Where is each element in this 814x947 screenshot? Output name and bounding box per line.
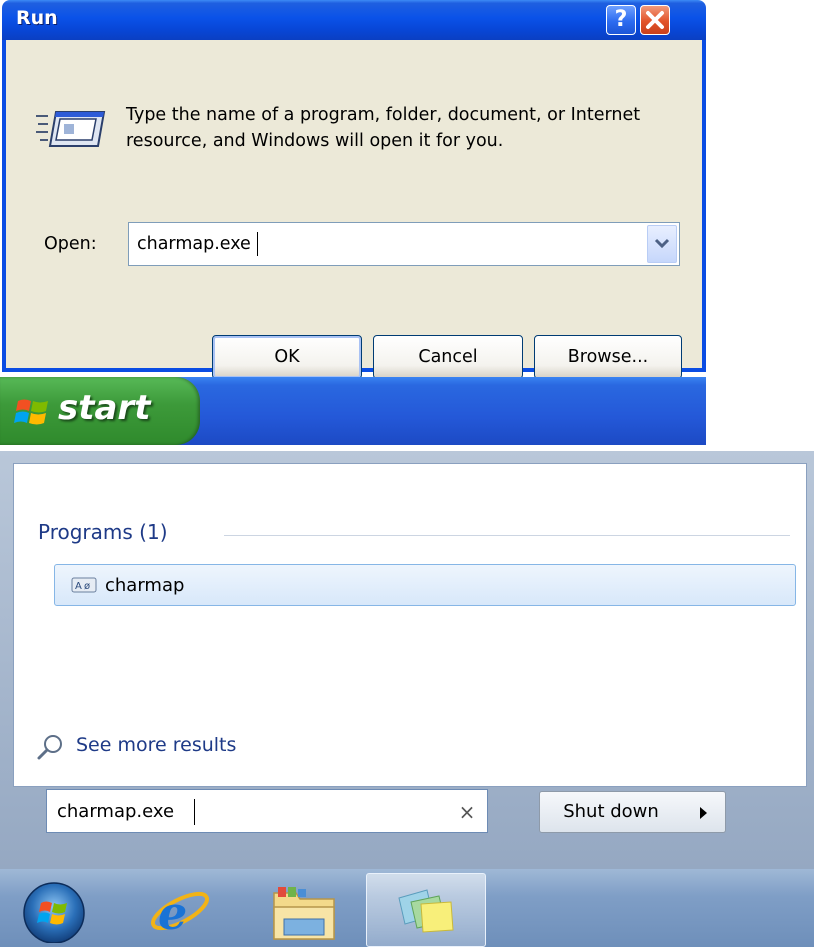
chevron-down-icon (654, 238, 670, 249)
shutdown-options-button[interactable] (682, 791, 726, 833)
windows-explorer-icon[interactable] (268, 881, 340, 945)
chevron-right-icon (700, 807, 707, 819)
help-button[interactable]: ? (606, 5, 636, 35)
list-item[interactable]: A ø charmap (54, 564, 796, 606)
clear-search-icon[interactable]: × (455, 800, 479, 824)
character-map-icon: A ø (71, 577, 97, 593)
open-combobox[interactable]: charmap.exe (128, 222, 680, 266)
run-dialog-title: Run (16, 7, 58, 29)
xp-taskbar: start (0, 377, 706, 445)
see-more-results-link[interactable]: See more results (76, 734, 236, 756)
svg-text:e: e (158, 886, 187, 940)
xp-start-label: start (58, 388, 151, 428)
cancel-button[interactable]: Cancel (373, 335, 523, 379)
search-input-value[interactable]: charmap.exe (57, 801, 174, 822)
run-dialog-body: Type the name of a program, folder, docu… (2, 40, 706, 379)
run-dialog: Run ? Type the name of a program, folder… (2, 0, 706, 379)
run-program-icon (36, 111, 106, 147)
svg-text:ø: ø (84, 581, 90, 592)
close-button[interactable] (640, 5, 670, 35)
search-icon (37, 735, 62, 760)
divider (224, 535, 790, 536)
windows-orb-icon[interactable] (14, 879, 94, 943)
xp-start-button[interactable]: start (0, 377, 200, 445)
internet-explorer-icon[interactable]: e (148, 881, 212, 941)
svg-text:A: A (75, 581, 82, 592)
open-label: Open: (44, 234, 97, 254)
taskbar-active-app[interactable] (366, 873, 486, 947)
win7-taskbar: e (0, 869, 814, 947)
win7-start-menu: Programs (1) A ø charmap See more result… (0, 451, 814, 869)
sticky-notes-icon (398, 889, 454, 933)
result-label: charmap (105, 575, 185, 596)
browse-button[interactable]: Browse... (534, 335, 682, 379)
programs-group-header: Programs (1) (38, 520, 168, 544)
windows-flag-icon (14, 399, 48, 425)
close-icon (646, 11, 664, 29)
search-input[interactable]: charmap.exe × (46, 789, 488, 833)
open-dropdown-button[interactable] (647, 225, 677, 263)
text-caret (257, 232, 258, 256)
ok-button[interactable]: OK (212, 335, 362, 379)
run-dialog-titlebar[interactable]: Run ? (2, 0, 706, 40)
start-menu-results-panel: Programs (1) A ø charmap See more result… (13, 463, 807, 787)
open-input-value[interactable]: charmap.exe (137, 234, 251, 254)
text-caret (194, 799, 195, 825)
run-dialog-description: Type the name of a program, folder, docu… (126, 105, 641, 151)
shutdown-button[interactable]: Shut down (539, 791, 683, 833)
